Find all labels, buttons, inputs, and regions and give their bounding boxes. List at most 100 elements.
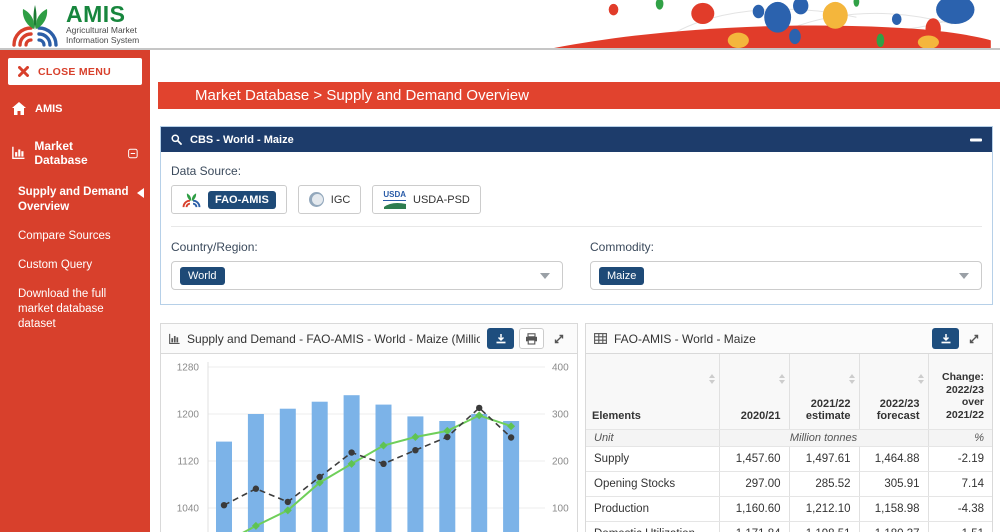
column-label: 2022/23 <box>880 398 920 410</box>
home-icon <box>12 102 26 115</box>
column-label: Elements <box>592 410 641 422</box>
cell-change: -2.19 <box>928 446 992 471</box>
source-button-usda-psd[interactable]: USDA USDA-PSD <box>372 185 481 214</box>
svg-text:1200: 1200 <box>177 410 200 421</box>
download-icon <box>940 333 952 345</box>
unit-row: Unit Million tonnes % <box>586 429 992 446</box>
commodity-selected-value[interactable]: Maize <box>599 267 644 285</box>
amis-plant-logo <box>182 191 201 208</box>
commodity-select[interactable]: Maize <box>590 261 982 290</box>
sidebar-item-custom-query[interactable]: Custom Query <box>18 251 144 280</box>
igc-globe-logo <box>309 192 324 207</box>
printer-icon <box>525 333 538 345</box>
cell-element: Domestic Utilization <box>586 521 719 532</box>
sidebar-item-market-database-label: Market Database <box>34 139 119 167</box>
column-header-change[interactable]: Change: 2022/23 over 2021/22 <box>928 354 992 429</box>
country-select[interactable]: World <box>171 261 563 290</box>
bar-chart-icon <box>12 146 25 160</box>
chart-panel-title: Supply and Demand - FAO-AMIS - World - M… <box>187 332 480 346</box>
subitem-label: Compare Sources <box>18 230 111 242</box>
expand-icon <box>968 333 980 345</box>
cell-value: 1,158.98 <box>859 496 928 521</box>
column-sublabel: estimate <box>796 410 851 422</box>
bottom-panels: Supply and Demand - FAO-AMIS - World - M… <box>160 323 993 532</box>
source-igc-label: IGC <box>331 194 351 206</box>
cell-value: 1,212.10 <box>789 496 859 521</box>
chevron-down-icon <box>540 273 550 279</box>
cell-change: 7.14 <box>928 471 992 496</box>
cell-value: 297.00 <box>719 471 789 496</box>
svg-text:1120: 1120 <box>177 457 199 468</box>
unit-percent: % <box>928 429 992 446</box>
logo-subtitle-2: Information System <box>66 35 139 45</box>
usda-logo: USDA <box>383 191 406 209</box>
close-menu-button[interactable]: CLOSE MENU <box>8 58 142 85</box>
data-source-buttons: FAO-AMIS IGC USDA USDA-PSD <box>171 185 982 214</box>
cell-element: Supply <box>586 446 719 471</box>
main-content: Market Database > Supply and Demand Over… <box>150 50 1000 532</box>
sidebar-item-market-database[interactable]: Market Database <box>0 130 150 176</box>
sidebar-item-compare-sources[interactable]: Compare Sources <box>18 222 144 251</box>
svg-text:100: 100 <box>552 504 569 515</box>
subitem-label: Custom Query <box>18 259 92 271</box>
search-icon <box>171 134 182 145</box>
sidebar-item-amis[interactable]: AMIS <box>0 93 150 124</box>
source-fao-amis-label: FAO-AMIS <box>208 191 276 209</box>
column-label: 2021/22 <box>811 398 851 410</box>
unit-label: Unit <box>586 429 719 446</box>
breadcrumb: Market Database > Supply and Demand Over… <box>158 82 1000 109</box>
supply-demand-chart-panel: Supply and Demand - FAO-AMIS - World - M… <box>160 323 578 532</box>
cell-value: 1,497.61 <box>789 446 859 471</box>
close-icon <box>18 66 29 77</box>
table-row-domestic-utilization: Domestic Utilization 1,171.84 1,198.51 1… <box>586 521 992 532</box>
country-selected-value[interactable]: World <box>180 267 225 285</box>
table-download-button[interactable] <box>932 328 959 349</box>
sort-icon <box>779 374 785 384</box>
supply-demand-table: Elements 2020/21 2021/22 estimate <box>586 354 992 532</box>
panel-collapse-button[interactable] <box>970 138 982 142</box>
collapse-minus-icon[interactable] <box>128 148 138 159</box>
svg-text:400: 400 <box>552 363 569 374</box>
logo-title: AMIS <box>66 3 139 25</box>
source-usda-label: USDA-PSD <box>413 194 470 206</box>
active-item-arrow-icon <box>137 188 144 198</box>
table-expand-button[interactable] <box>964 328 984 349</box>
subitem-label: Supply and Demand Overview <box>18 186 129 213</box>
cell-element: Production <box>586 496 719 521</box>
svg-text:1280: 1280 <box>177 363 200 374</box>
cell-element: Opening Stocks <box>586 471 719 496</box>
chart-print-button[interactable] <box>519 328 544 349</box>
commodity-label: Commodity: <box>590 240 982 254</box>
table-row-opening-stocks: Opening Stocks 297.00 285.52 305.91 7.14 <box>586 471 992 496</box>
column-header-elements[interactable]: Elements <box>586 354 719 429</box>
table-panel-title: FAO-AMIS - World - Maize <box>614 332 756 346</box>
sidebar-item-supply-demand-overview[interactable]: Supply and Demand Overview <box>18 178 144 222</box>
unit-million-tonnes: Million tonnes <box>719 429 928 446</box>
supply-demand-chart: 1280400120030011202001040100 <box>161 354 577 532</box>
top-header: AMIS Agricultural Market Information Sys… <box>0 0 1000 50</box>
chart-expand-button[interactable] <box>549 328 569 349</box>
cell-change: -1.51 <box>928 521 992 532</box>
cell-value: 305.91 <box>859 471 928 496</box>
chevron-down-icon <box>959 273 969 279</box>
column-header-2021-22-estimate[interactable]: 2021/22 estimate <box>789 354 859 429</box>
sidebar-item-download-dataset[interactable]: Download the full market database datase… <box>18 280 144 339</box>
sort-icon <box>918 374 924 384</box>
source-button-fao-amis[interactable]: FAO-AMIS <box>171 185 287 214</box>
column-label: Change: 2022/23 over 2021/22 <box>942 371 984 421</box>
source-button-igc[interactable]: IGC <box>298 185 362 214</box>
cbs-panel-body: Data Source: FAO-AMIS <box>161 152 992 304</box>
column-header-2022-23-forecast[interactable]: 2022/23 forecast <box>859 354 928 429</box>
amis-logo[interactable]: AMIS Agricultural Market Information Sys… <box>10 3 139 47</box>
chart-download-button[interactable] <box>487 328 514 349</box>
sort-icon <box>849 374 855 384</box>
cell-value: 1,457.60 <box>719 446 789 471</box>
sidebar-item-amis-label: AMIS <box>35 103 63 115</box>
cell-value: 285.52 <box>789 471 859 496</box>
column-header-2020-21[interactable]: 2020/21 <box>719 354 789 429</box>
chart-panel-header: Supply and Demand - FAO-AMIS - World - M… <box>161 324 577 354</box>
data-source-label: Data Source: <box>171 164 982 178</box>
svg-text:1040: 1040 <box>177 504 200 515</box>
table-icon <box>594 333 607 344</box>
svg-text:300: 300 <box>552 410 569 421</box>
